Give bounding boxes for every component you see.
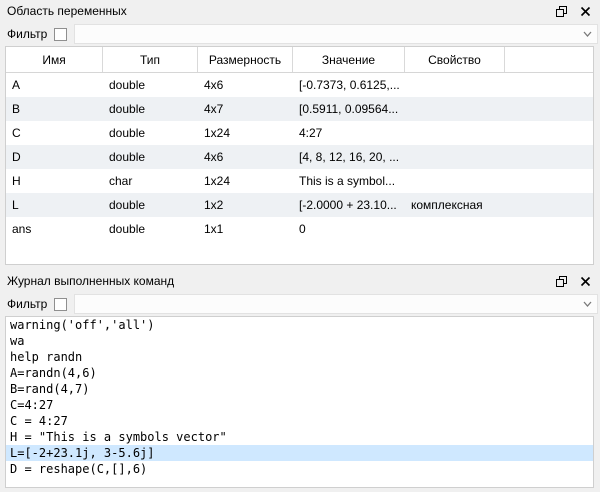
- cell-dim: 1x1: [198, 222, 293, 236]
- variable-row-B[interactable]: B double 4x7 [0.5911, 0.09564...: [6, 97, 593, 121]
- cell-value: [4, 8, 12, 16, 20, ...: [293, 150, 405, 164]
- filter-checkbox[interactable]: [54, 28, 67, 41]
- variable-row-A[interactable]: A double 4x6 [-0.7373, 0.6125,...: [6, 73, 593, 97]
- cell-value: [-0.7373, 0.6125,...: [293, 78, 405, 92]
- cell-value: This is a symbol...: [293, 174, 405, 188]
- cell-name: D: [6, 150, 103, 164]
- history-item[interactable]: wa: [6, 333, 593, 349]
- chevron-down-icon: [583, 301, 592, 307]
- cell-type: double: [103, 102, 198, 116]
- cell-attr: комплексная: [405, 198, 505, 212]
- undock-icon: [555, 275, 568, 288]
- column-header-attribute[interactable]: Свойство: [405, 47, 505, 72]
- undock-button[interactable]: [549, 271, 573, 291]
- cell-dim: 4x6: [198, 78, 293, 92]
- column-header-dimension[interactable]: Размерность: [198, 47, 293, 72]
- variables-titlebar: Область переменных: [0, 0, 600, 22]
- cell-name: L: [6, 198, 103, 212]
- cell-value: 0: [293, 222, 405, 236]
- history-item[interactable]: help randn: [6, 349, 593, 365]
- command-history-panel: Журнал выполненных команд Фильтр: [0, 270, 600, 492]
- variables-table: Имя Тип Размерность Значение Свойство A …: [5, 46, 594, 265]
- cell-dim: 1x24: [198, 174, 293, 188]
- history-panel-title: Журнал выполненных команд: [7, 274, 549, 288]
- history-item[interactable]: warning('off','all'): [6, 317, 593, 333]
- chevron-down-icon: [583, 31, 592, 37]
- variable-row-L[interactable]: L double 1x2 [-2.0000 + 23.10... комплек…: [6, 193, 593, 217]
- cell-name: H: [6, 174, 103, 188]
- octave-dock-area: Область переменных Фильтр: [0, 0, 600, 492]
- close-button[interactable]: [573, 1, 597, 21]
- variables-filter-row: Фильтр: [0, 22, 600, 46]
- cell-dim: 4x7: [198, 102, 293, 116]
- history-item[interactable]: D = reshape(C,[],6): [6, 461, 593, 477]
- cell-dim: 4x6: [198, 150, 293, 164]
- history-item[interactable]: B=rand(4,7): [6, 381, 593, 397]
- history-item[interactable]: H = "This is a symbols vector": [6, 429, 593, 445]
- variables-panel-title: Область переменных: [7, 4, 549, 18]
- undock-button[interactable]: [549, 1, 573, 21]
- cell-type: double: [103, 126, 198, 140]
- filter-combobox[interactable]: [74, 294, 598, 314]
- history-item-selected[interactable]: L=[-2+23.1j, 3-5.6j]: [6, 445, 593, 461]
- cell-value: [-2.0000 + 23.10...: [293, 198, 405, 212]
- variable-row-D[interactable]: D double 4x6 [4, 8, 12, 16, 20, ...: [6, 145, 593, 169]
- history-filter-row: Фильтр: [0, 292, 600, 316]
- cell-type: double: [103, 198, 198, 212]
- variables-table-body: A double 4x6 [-0.7373, 0.6125,... B doub…: [6, 73, 593, 241]
- history-item[interactable]: C = 4:27: [6, 413, 593, 429]
- filter-combobox[interactable]: [74, 24, 598, 44]
- undock-icon: [555, 5, 568, 18]
- close-icon: [580, 6, 591, 17]
- close-button[interactable]: [573, 271, 597, 291]
- filter-label: Фильтр: [7, 27, 47, 41]
- cell-value: [0.5911, 0.09564...: [293, 102, 405, 116]
- cell-type: char: [103, 174, 198, 188]
- column-header-name[interactable]: Имя: [6, 47, 103, 72]
- variable-row-C[interactable]: C double 1x24 4:27: [6, 121, 593, 145]
- cell-name: A: [6, 78, 103, 92]
- variable-row-H[interactable]: H char 1x24 This is a symbol...: [6, 169, 593, 193]
- close-icon: [580, 276, 591, 287]
- column-header-type[interactable]: Тип: [103, 47, 198, 72]
- cell-name: C: [6, 126, 103, 140]
- history-item[interactable]: C=4:27: [6, 397, 593, 413]
- variable-row-ans[interactable]: ans double 1x1 0: [6, 217, 593, 241]
- cell-value: 4:27: [293, 126, 405, 140]
- cell-name: ans: [6, 222, 103, 236]
- history-titlebar: Журнал выполненных команд: [0, 270, 600, 292]
- cell-dim: 1x2: [198, 198, 293, 212]
- cell-dim: 1x24: [198, 126, 293, 140]
- variables-table-header: Имя Тип Размерность Значение Свойство: [6, 47, 593, 73]
- cell-type: double: [103, 222, 198, 236]
- variables-panel: Область переменных Фильтр: [0, 0, 600, 266]
- cell-type: double: [103, 150, 198, 164]
- cell-name: B: [6, 102, 103, 116]
- column-header-value[interactable]: Значение: [293, 47, 405, 72]
- filter-checkbox[interactable]: [54, 298, 67, 311]
- filter-label: Фильтр: [7, 297, 47, 311]
- column-header-filler: [505, 47, 593, 72]
- cell-type: double: [103, 78, 198, 92]
- history-item[interactable]: A=randn(4,6): [6, 365, 593, 381]
- command-history-list: warning('off','all') wa help randn A=ran…: [5, 316, 594, 488]
